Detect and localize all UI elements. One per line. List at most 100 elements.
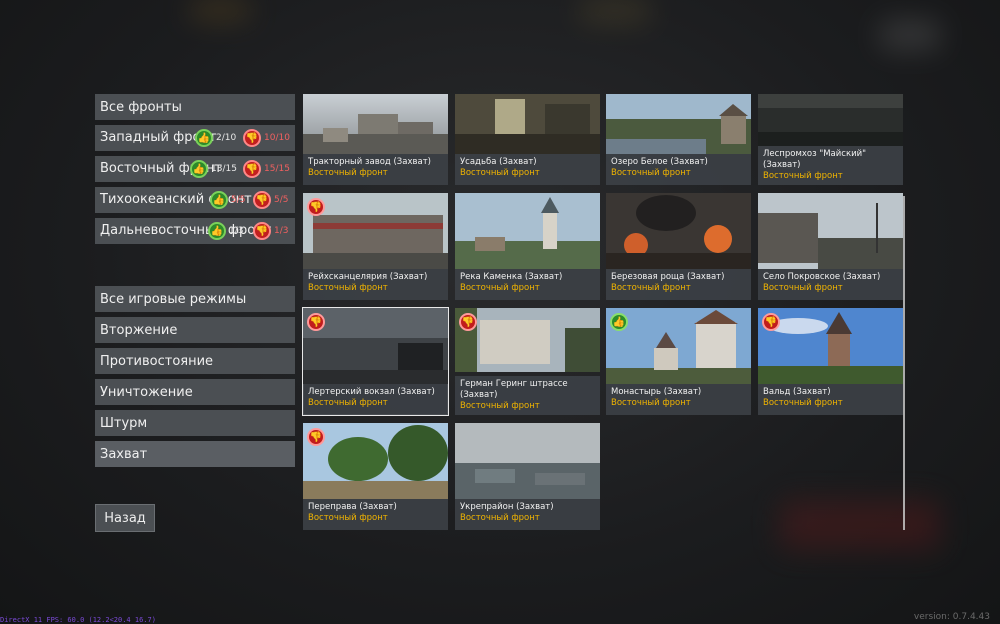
map-card[interactable]: Березовая роща (Захват) Восточный фронт bbox=[606, 193, 751, 300]
map-front: Восточный фронт bbox=[611, 168, 691, 178]
map-name: Село Покровское (Захват) bbox=[763, 272, 881, 282]
front-filter-far-east-label: Дальневосточный фронт bbox=[100, 223, 272, 238]
map-thumbnail bbox=[606, 94, 751, 154]
mode-filter-label: Уничтожение bbox=[100, 384, 193, 400]
thumbs-down-icon: 👎 bbox=[762, 313, 780, 331]
map-front: Восточный фронт bbox=[763, 171, 843, 181]
thumbs-down-icon: 👎 bbox=[307, 198, 325, 216]
map-thumbnail bbox=[758, 193, 903, 269]
pacific-downvote[interactable]: 👎 5/5 bbox=[253, 189, 288, 211]
map-name: Тракторный завод (Захват) bbox=[308, 157, 431, 167]
fps-counter: DirectX 11 FPS: 60.0 (12.2<20.4 16.7) bbox=[0, 616, 156, 624]
map-card[interactable]: 👎 Рейхсканцелярия (Захват) Восточный фрон… bbox=[303, 193, 448, 300]
map-name: Вальд (Захват) bbox=[763, 387, 831, 397]
eastern-upvote[interactable]: 👍 13/15 bbox=[190, 158, 237, 180]
map-card[interactable]: 👎 Переправа (Захват) Восточный фронт bbox=[303, 423, 448, 530]
map-front: Восточный фронт bbox=[460, 168, 540, 178]
mode-filter-destruction[interactable]: Уничтожение bbox=[95, 379, 295, 405]
scrollbar[interactable] bbox=[903, 196, 905, 530]
map-thumbnail bbox=[606, 193, 751, 269]
map-front: Восточный фронт bbox=[460, 513, 540, 523]
map-thumbnail bbox=[455, 193, 600, 269]
map-card[interactable]: Укрепрайон (Захват) Восточный фронт bbox=[455, 423, 600, 530]
map-front: Восточный фронт bbox=[308, 283, 388, 293]
front-filter-all[interactable]: Все фронты bbox=[95, 94, 295, 120]
map-front: Восточный фронт bbox=[308, 168, 388, 178]
thumbs-down-icon: 👎 bbox=[243, 160, 261, 178]
map-front: Восточный фронт bbox=[763, 283, 843, 293]
western-downvote[interactable]: 👎 10/10 bbox=[243, 127, 290, 149]
map-name: Березовая роща (Захват) bbox=[611, 272, 725, 282]
front-filter-pacific[interactable]: Тихоокеанский фронт 👍 5/5 👎 5/5 bbox=[95, 187, 295, 213]
map-card[interactable]: Тракторный завод (Захват) Восточный фронт bbox=[303, 94, 448, 185]
mode-filter-capture[interactable]: Захват bbox=[95, 441, 295, 467]
western-downvote-count: 10/10 bbox=[264, 133, 290, 143]
thumbs-up-icon: 👍 bbox=[190, 160, 208, 178]
map-thumbnail bbox=[303, 94, 448, 154]
mode-filter-all[interactable]: Все игровые режимы bbox=[95, 286, 295, 312]
mode-filter-label: Противостояние bbox=[100, 353, 214, 369]
map-name: Лертерский вокзал (Захват) bbox=[308, 387, 435, 397]
map-front: Восточный фронт bbox=[763, 398, 843, 408]
map-card-selected[interactable]: 👎 Лертерский вокзал (Захват) Восточный фр… bbox=[302, 307, 449, 416]
front-filter-eastern[interactable]: Восточный фронт 👍 13/15 👎 15/15 bbox=[95, 156, 295, 182]
back-button[interactable]: Назад bbox=[95, 504, 155, 532]
version-label: version: 0.7.4.43 bbox=[913, 612, 990, 622]
thumbs-down-icon: 👎 bbox=[253, 191, 271, 209]
front-filter-all-label: Все фронты bbox=[100, 99, 182, 115]
thumbs-up-icon: 👍 bbox=[210, 191, 228, 209]
front-filter-western[interactable]: Западный фронт 👍 2/10 👎 10/10 bbox=[95, 125, 295, 151]
pacific-upvote-count: 5/5 bbox=[231, 195, 246, 205]
far-east-downvote-count: 1/3 bbox=[274, 226, 289, 236]
map-card[interactable]: 👎 Герман Геринг штрассе (Захват) Восточны… bbox=[455, 308, 600, 415]
far-east-upvote[interactable]: 👍 1/3 bbox=[208, 220, 243, 242]
map-card[interactable]: 👍 Монастырь (Захват) Восточный фронт bbox=[606, 308, 751, 415]
mode-filter-assault[interactable]: Штурм bbox=[95, 410, 295, 436]
map-name: Монастырь (Захват) bbox=[611, 387, 702, 397]
map-card[interactable]: Усадьба (Захват) Восточный фронт bbox=[455, 94, 600, 185]
mode-filter-confrontation[interactable]: Противостояние bbox=[95, 348, 295, 374]
mode-filter-label: Штурм bbox=[100, 415, 148, 431]
eastern-downvote-count: 15/15 bbox=[264, 164, 290, 174]
map-card[interactable]: Леспромхоз "Майский" (Захват) Восточный ф… bbox=[758, 94, 903, 185]
map-name: Рейхсканцелярия (Захват) bbox=[308, 272, 428, 282]
map-name: Укрепрайон (Захват) bbox=[460, 502, 554, 512]
map-card[interactable]: Село Покровское (Захват) Восточный фронт bbox=[758, 193, 903, 300]
far-east-upvote-count: 1/3 bbox=[229, 226, 244, 236]
map-name: Озеро Белое (Захват) bbox=[611, 157, 708, 167]
front-filter-far-east[interactable]: Дальневосточный фронт 👍 1/3 👎 1/3 bbox=[95, 218, 295, 244]
thumbs-down-icon: 👎 bbox=[253, 222, 271, 240]
mode-filter-label: Захват bbox=[100, 446, 148, 462]
map-front: Восточный фронт bbox=[611, 283, 691, 293]
western-upvote[interactable]: 👍 2/10 bbox=[195, 127, 236, 149]
map-front: Восточный фронт bbox=[611, 398, 691, 408]
thumbs-up-icon: 👍 bbox=[195, 129, 213, 147]
map-name: Леспромхоз "Майский" (Захват) bbox=[763, 149, 867, 170]
pacific-downvote-count: 5/5 bbox=[274, 195, 289, 205]
thumbs-down-icon: 👎 bbox=[307, 313, 325, 331]
map-grid: Тракторный завод (Захват) Восточный фронт… bbox=[302, 94, 903, 534]
pacific-upvote[interactable]: 👍 5/5 bbox=[210, 189, 245, 211]
thumbs-up-icon: 👍 bbox=[610, 313, 628, 331]
map-thumbnail bbox=[455, 308, 600, 372]
map-card[interactable]: Озеро Белое (Захват) Восточный фронт bbox=[606, 94, 751, 185]
map-thumbnail bbox=[455, 94, 600, 154]
far-east-downvote[interactable]: 👎 1/3 bbox=[253, 220, 288, 242]
map-front: Восточный фронт bbox=[308, 513, 388, 523]
western-upvote-count: 2/10 bbox=[216, 133, 237, 143]
mode-filter-label: Вторжение bbox=[100, 322, 178, 338]
map-thumbnail bbox=[455, 423, 600, 499]
thumbs-down-icon: 👎 bbox=[459, 313, 477, 331]
eastern-downvote[interactable]: 👎 15/15 bbox=[243, 158, 290, 180]
map-card[interactable]: 👎 Вальд (Захват) Восточный фронт bbox=[758, 308, 903, 415]
mode-filter-invasion[interactable]: Вторжение bbox=[95, 317, 295, 343]
map-card[interactable]: Река Каменка (Захват) Восточный фронт bbox=[455, 193, 600, 300]
map-front: Восточный фронт bbox=[460, 401, 540, 411]
mode-filter-label: Все игровые режимы bbox=[100, 291, 247, 307]
map-name: Переправа (Захват) bbox=[308, 502, 397, 512]
thumbs-up-icon: 👍 bbox=[208, 222, 226, 240]
map-name: Усадьба (Захват) bbox=[460, 157, 537, 167]
map-name: Река Каменка (Захват) bbox=[460, 272, 563, 282]
eastern-upvote-count: 13/15 bbox=[211, 164, 237, 174]
thumbs-down-icon: 👎 bbox=[243, 129, 261, 147]
